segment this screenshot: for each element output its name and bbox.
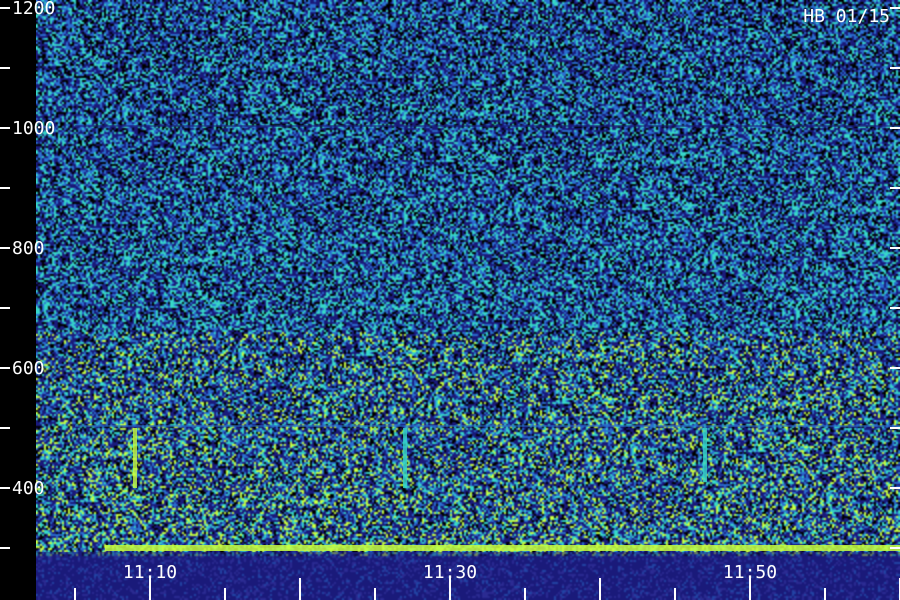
x-tick-label-1150: 11:50 [723,562,777,583]
chart-title: HB 01/15 [803,6,890,27]
spectrogram-heatmap [36,0,900,600]
band-1000 [75,125,900,127]
streak-4 [403,428,407,488]
y-tick-label-600: 600 [12,358,45,379]
x-axis: 11:10 11:30 11:50 [36,552,900,600]
x-tick-label-1130: 11:30 [423,562,477,583]
y-tick-label-1200: 1200 [12,0,55,19]
y-tick-label-400: 400 [12,478,45,499]
y-tick-label-800: 800 [12,238,45,259]
y-axis-strip [0,0,36,600]
y-tick-label-1000: 1000 [12,118,55,139]
band-300 [105,545,900,551]
x-tick-label-1110: 11:10 [123,562,177,583]
band-500 [75,425,900,427]
spectrogram-chart: 400 600 800 1000 1200 11:10 11:30 11:50 HB 01/… [0,0,900,600]
streak-5 [703,428,707,482]
streak-3 [133,428,137,488]
